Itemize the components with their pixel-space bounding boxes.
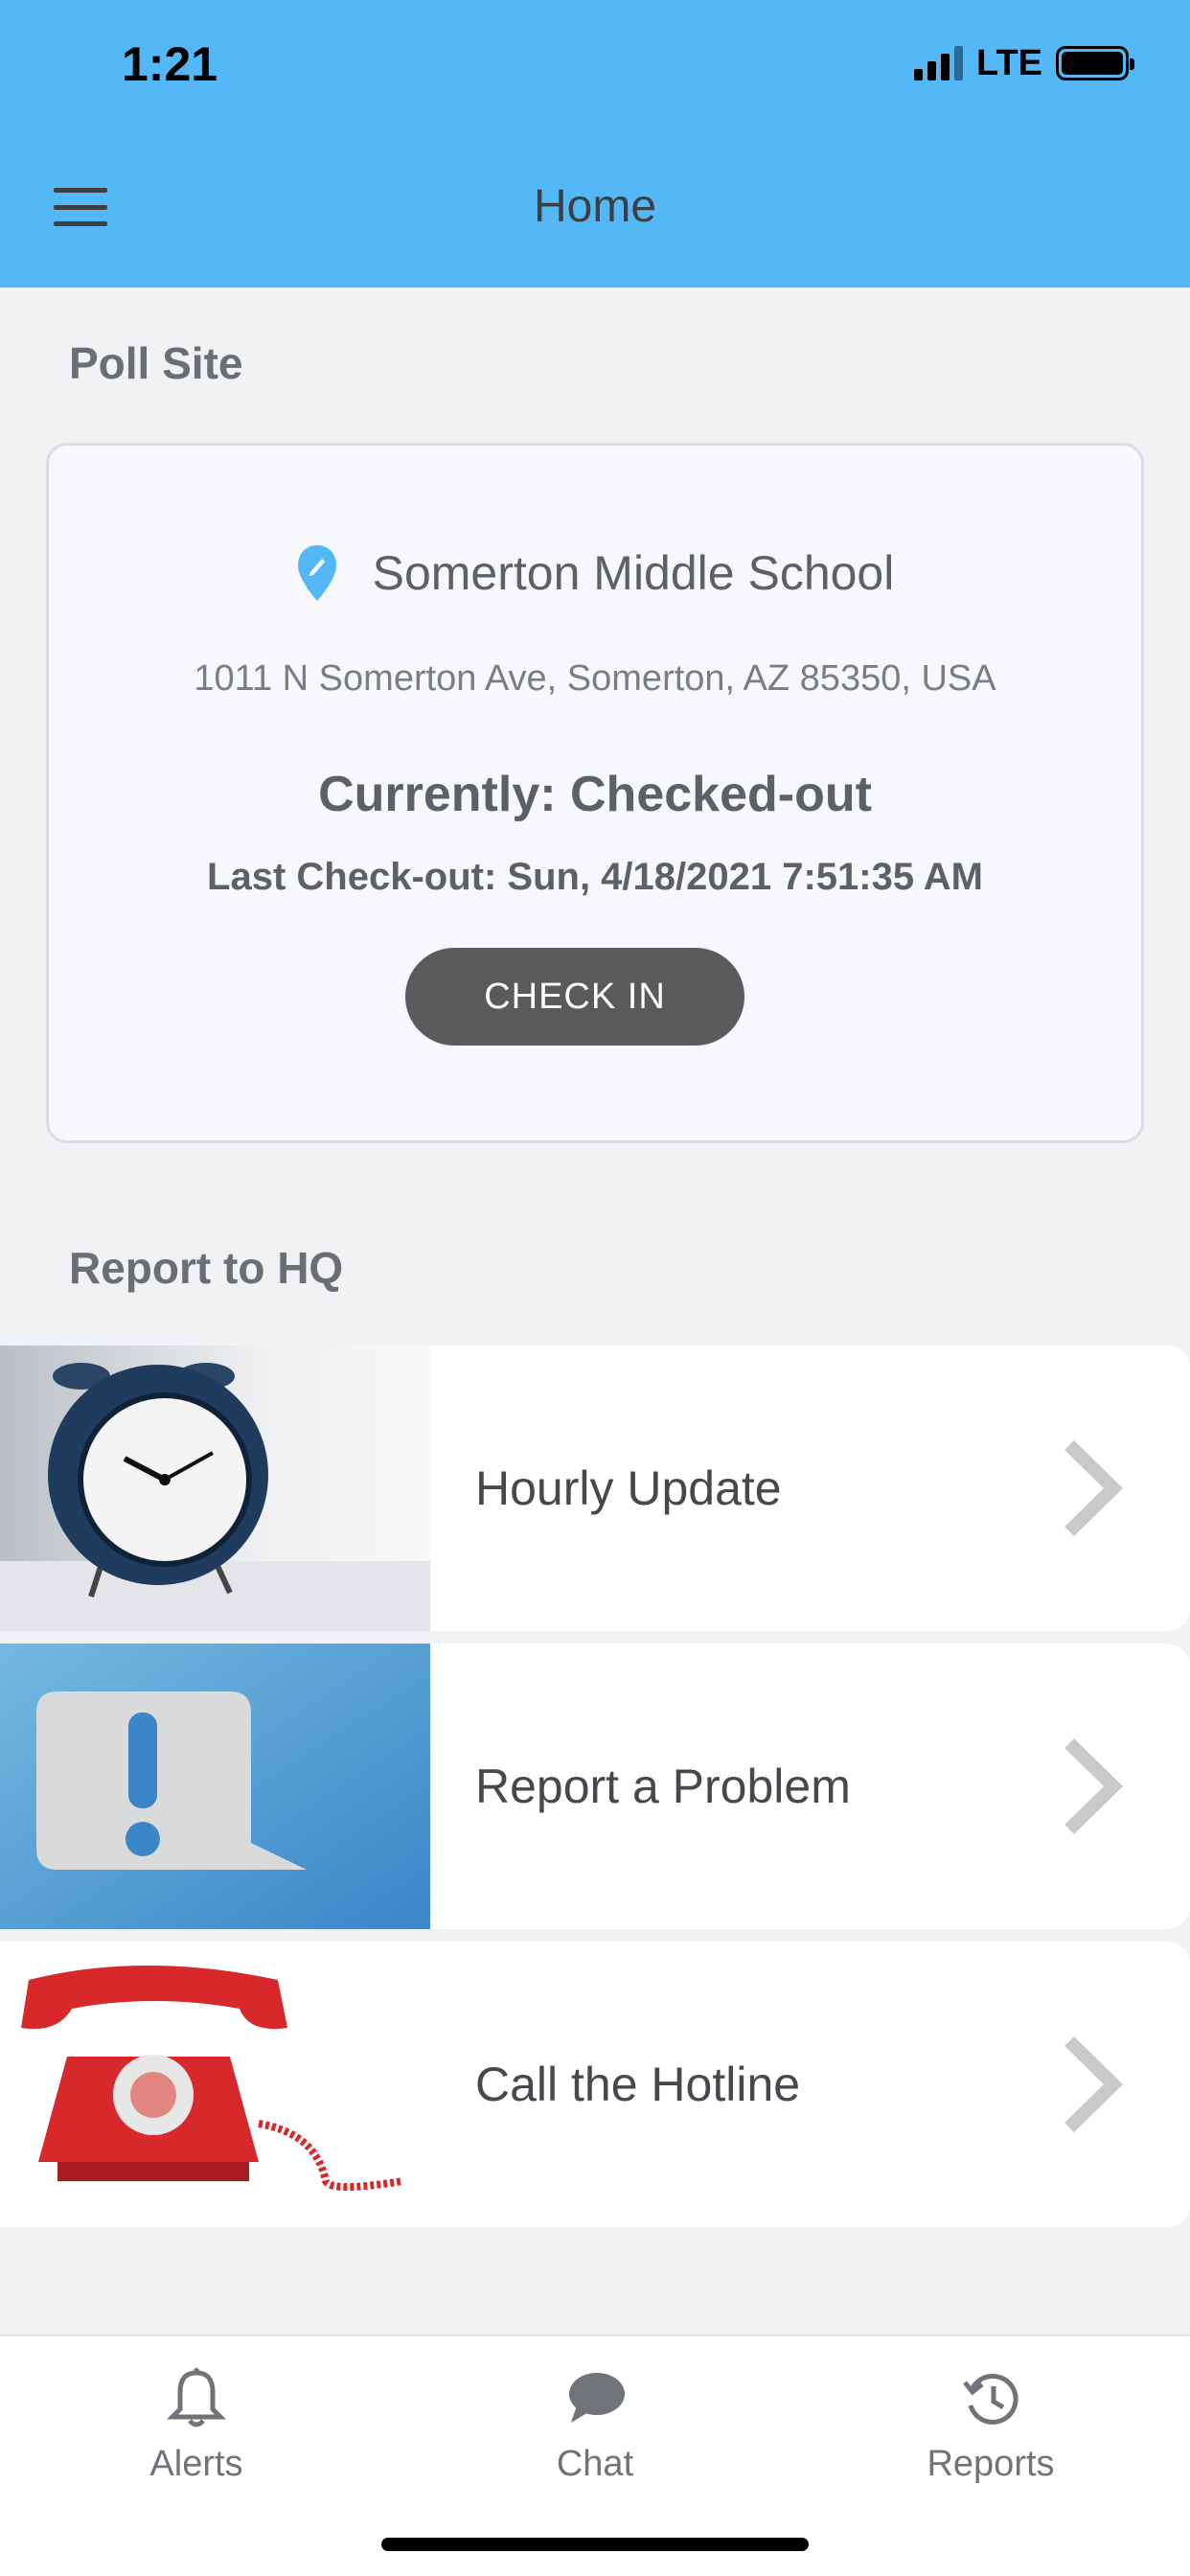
tab-chat[interactable]: Chat <box>451 2356 739 2518</box>
red-telephone-image <box>0 1942 430 2227</box>
network-label: LTE <box>976 42 1042 83</box>
poll-site-heading: Poll Site <box>69 338 243 388</box>
chevron-right-icon <box>1064 1737 1123 1835</box>
site-address: 1011 N Somerton Ave, Somerton, AZ 85350,… <box>194 658 996 699</box>
alarm-clock-image <box>0 1346 430 1631</box>
call-hotline-row[interactable]: Call the Hotline <box>0 1942 1190 2227</box>
call-hotline-label: Call the Hotline <box>475 2058 801 2111</box>
home-indicator <box>381 2538 809 2551</box>
battery-icon <box>1056 46 1134 80</box>
exclamation-bubble-image <box>0 1644 430 1929</box>
report-problem-label: Report a Problem <box>475 1760 851 1813</box>
signal-icon <box>914 46 964 80</box>
tab-reports[interactable]: Reports <box>847 2356 1134 2518</box>
tab-reports-label: Reports <box>927 2444 1055 2484</box>
report-heading: Report to HQ <box>69 1243 344 1293</box>
site-name: Somerton Middle School <box>372 546 895 600</box>
tab-alerts-label: Alerts <box>149 2444 243 2484</box>
map-pin-icon <box>297 545 336 601</box>
page-title: Home <box>533 181 657 232</box>
report-problem-row[interactable]: Report a Problem <box>0 1644 1190 1929</box>
hourly-update-row[interactable]: Hourly Update <box>0 1346 1190 1631</box>
site-name-row: Somerton Middle School <box>49 543 1141 603</box>
poll-site-card: Somerton Middle School 1011 N Somerton A… <box>46 443 1144 1143</box>
tab-chat-label: Chat <box>556 2444 634 2484</box>
check-in-button[interactable]: CHECK IN <box>405 948 744 1046</box>
top-bar: 1:21 LTE Home <box>0 0 1190 288</box>
last-checkout: Last Check-out: Sun, 4/18/2021 7:51:35 A… <box>207 856 983 898</box>
chevron-right-icon <box>1064 1439 1123 1537</box>
chat-bubble-icon <box>569 2373 625 2423</box>
status-time: 1:21 <box>122 37 218 91</box>
tab-alerts[interactable]: Alerts <box>53 2356 340 2518</box>
chevron-right-icon <box>1064 2036 1123 2133</box>
status-indicators: LTE <box>914 42 1134 83</box>
hourly-update-label: Hourly Update <box>475 1461 782 1515</box>
bell-icon <box>167 2368 226 2427</box>
history-icon <box>963 2374 1018 2425</box>
checkin-status: Currently: Checked-out <box>318 767 872 822</box>
